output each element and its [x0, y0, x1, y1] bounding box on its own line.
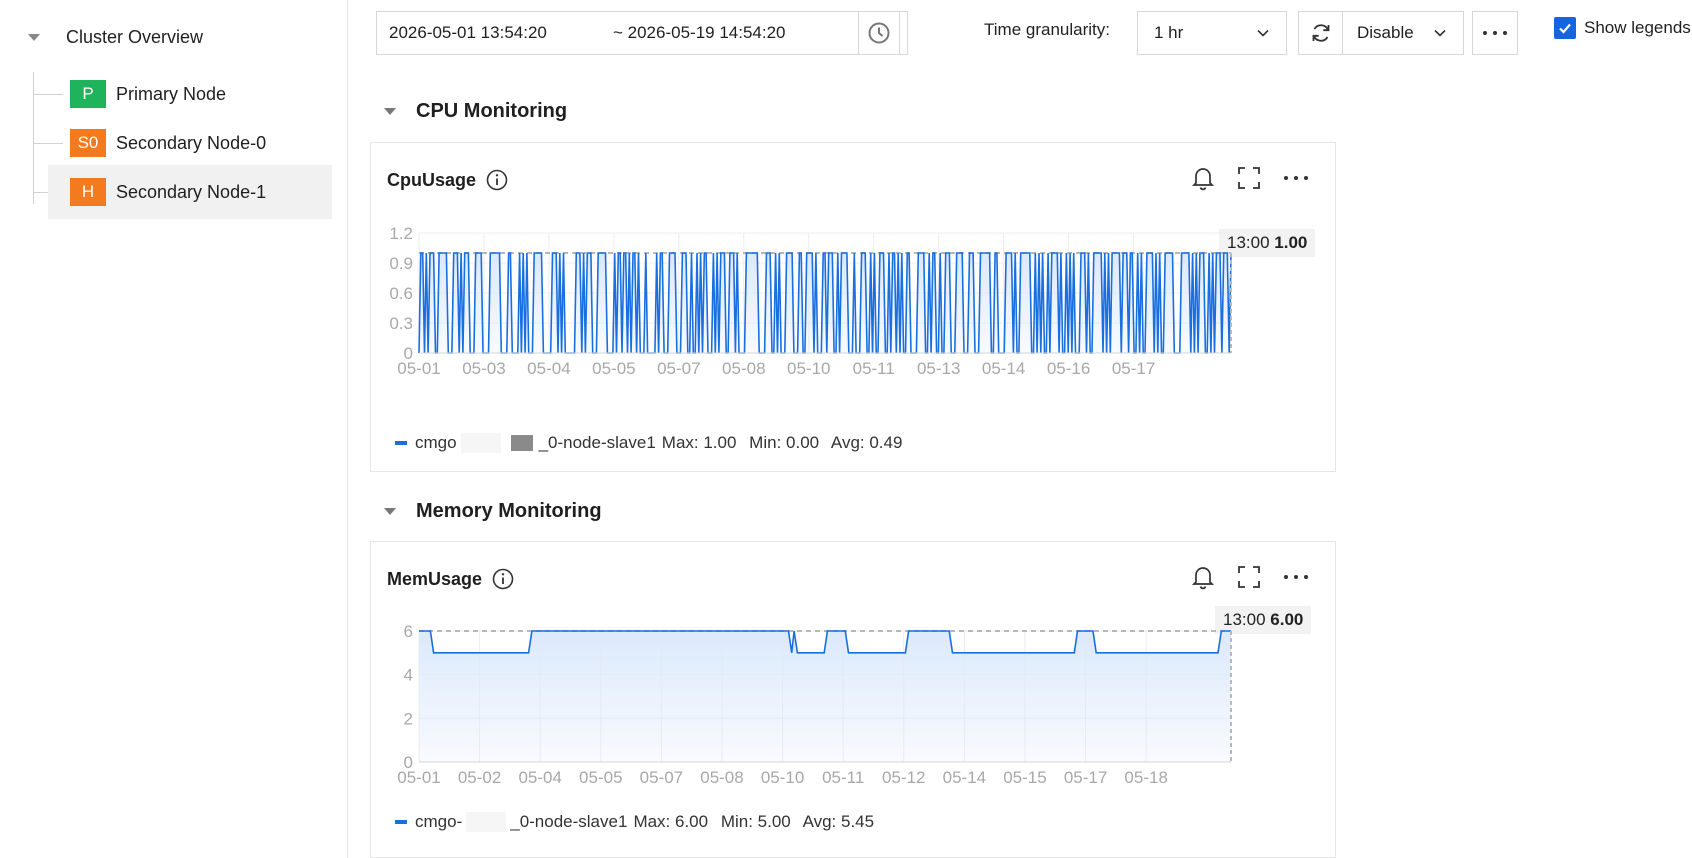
x-tick-label: 05-02: [458, 768, 501, 787]
clock-icon: [868, 22, 890, 44]
x-tick-label: 05-05: [592, 359, 635, 378]
redacted-block: [466, 812, 507, 832]
x-tick-label: 05-11: [853, 359, 895, 378]
section-header-memory[interactable]: Memory Monitoring: [380, 496, 602, 526]
x-tick-label: 05-07: [657, 359, 700, 378]
memory-usage-chart: 024605-01 05-02 05-04 05-05 05-07 05-08 05-10 0…: [397, 622, 1232, 787]
chart-legend[interactable]: cmgo- _0-node-slave1 Max: 6.00 Min: 5.00…: [395, 812, 882, 832]
node-badge: S0: [70, 129, 106, 157]
legend-min: Min: 5.00: [720, 812, 791, 831]
tree-item-secondary-node-1[interactable]: H Secondary Node-1: [48, 165, 332, 219]
chevron-down-icon: [1257, 29, 1269, 37]
node-badge: H: [70, 178, 106, 206]
x-tick-label: 05-03: [462, 359, 505, 378]
legend-avg: Avg: 5.45: [802, 812, 875, 831]
x-tick-label: 05-01: [397, 768, 440, 787]
legend-series-prefix: cmgo-: [415, 812, 463, 831]
date-range-picker[interactable]: 2026-05-01 13:54:20 ~ 2026-05-19 14:54:2…: [376, 11, 908, 55]
tree-item-primary-node[interactable]: P Primary Node: [48, 67, 332, 121]
node-badge: P: [70, 80, 106, 108]
checkbox[interactable]: [1554, 17, 1576, 39]
x-tick-label: 05-13: [917, 359, 960, 378]
date-start: 2026-05-01 13:54:20: [389, 23, 547, 42]
tree-root-cluster-overview[interactable]: Cluster Overview: [24, 22, 203, 52]
tree-connector: [33, 72, 34, 204]
collapse-caret-icon[interactable]: [28, 33, 40, 41]
tree-item-label: Secondary Node-1: [116, 181, 267, 202]
legend-series-suffix: _0-node-slave1: [510, 812, 628, 831]
legend-max: Max: 1.00: [661, 433, 737, 452]
x-tick-label: 05-01: [397, 359, 440, 378]
chart-legend[interactable]: cmgo _0-node-slave1 Max: 1.00 Min: 0.00 …: [395, 433, 910, 453]
toolbar: 2026-05-01 13:54:20 ~ 2026-05-19 14:54:2…: [348, 0, 1692, 66]
y-tick-label: 0.3: [389, 314, 413, 333]
legend-avg: Avg: 0.49: [830, 433, 903, 452]
tree-root-label: Cluster Overview: [66, 26, 204, 47]
granularity-label: Time granularity:: [984, 20, 1110, 39]
redacted-block: [510, 435, 533, 451]
legend-stats: Max: 1.00 Min: 0.00 Avg: 0.49: [662, 433, 911, 453]
tree-connector: [33, 192, 49, 193]
more-options-button[interactable]: [1472, 11, 1518, 55]
date-end: ~ 2026-05-19 14:54:20: [613, 23, 786, 42]
legend-swatch: [395, 820, 407, 824]
x-tick-label: 05-08: [700, 768, 743, 787]
show-legends-toggle[interactable]: Show legends: [1554, 17, 1691, 39]
granularity-select[interactable]: 1 hr: [1137, 11, 1287, 55]
collapse-caret-icon: [384, 107, 396, 115]
collapse-caret-icon: [384, 507, 396, 515]
chevron-down-icon: [1434, 29, 1446, 37]
section-header-cpu[interactable]: CPU Monitoring: [380, 96, 567, 126]
x-tick-label: 05-04: [518, 768, 561, 787]
checkmark-icon: [1559, 23, 1571, 34]
y-tick-label: 2: [404, 709, 413, 728]
x-tick-label: 05-04: [527, 359, 570, 378]
section-title: Memory Monitoring: [416, 499, 602, 522]
auto-refresh-value: Disable: [1357, 23, 1414, 42]
tree-item-label: Primary Node: [116, 83, 227, 104]
legend-max: Max: 6.00: [633, 812, 709, 831]
x-tick-label: 05-16: [1047, 359, 1090, 378]
x-tick-label: 05-10: [787, 359, 830, 378]
x-tick-label: 05-17: [1112, 359, 1155, 378]
x-tick-label: 05-05: [579, 768, 622, 787]
legend-series-suffix: _0-node-slave1: [538, 433, 656, 452]
x-tick-label: 05-08: [722, 359, 765, 378]
granularity-value: 1 hr: [1154, 23, 1184, 42]
x-tick-label: 05-07: [640, 768, 683, 787]
x-tick-label: 05-17: [1064, 768, 1107, 787]
auto-refresh-group: Disable: [1298, 11, 1464, 55]
legend-min: Min: 0.00: [749, 433, 820, 452]
y-tick-label: 1.2: [389, 224, 413, 243]
section-title: CPU Monitoring: [416, 99, 568, 122]
sidebar: Cluster Overview P Primary Node S0 Secon…: [0, 0, 348, 858]
chart-card-memory: MemUsage 13:00 6.00 0 2 4 6 05-01 05-02 …: [370, 541, 1336, 858]
y-tick-label: 0.9: [389, 254, 413, 273]
y-tick-label: 4: [404, 666, 413, 685]
refresh-icon: [1312, 24, 1329, 42]
x-tick-label: 05-18: [1124, 768, 1167, 787]
x-tick-label: 05-11: [822, 768, 864, 787]
tree-item-secondary-node-0[interactable]: S0 Secondary Node-0: [48, 116, 332, 170]
x-tick-label: 05-14: [982, 359, 1025, 378]
refresh-button[interactable]: [1299, 12, 1343, 54]
auto-refresh-select[interactable]: Disable: [1343, 12, 1463, 54]
x-tick-label: 05-15: [1003, 768, 1046, 787]
legend-series-prefix: cmgo: [415, 433, 457, 452]
x-tick-label: 05-10: [761, 768, 804, 787]
time-history-button[interactable]: [858, 11, 900, 55]
legend-stats: Max: 6.00 Min: 5.00 Avg: 5.45: [633, 812, 882, 832]
redacted-block: [460, 433, 501, 453]
legend-swatch: [395, 441, 407, 445]
y-tick-label: 0.6: [389, 284, 413, 303]
x-tick-label: 05-12: [882, 768, 925, 787]
cpu-usage-chart: 00.30.60.91.205-01 05-03 05-04 05-05 05-07 05…: [389, 224, 1232, 378]
chart-card-cpu: CpuUsage 13:00 1.00 0 0.3 0.6 0.9 1.2 05…: [370, 142, 1336, 472]
ellipsis-icon: [1483, 31, 1507, 35]
x-tick-label: 05-14: [943, 768, 986, 787]
show-legends-label: Show legends: [1584, 18, 1691, 37]
y-tick-label: 6: [404, 622, 413, 641]
tree-item-label: Secondary Node-0: [116, 132, 267, 153]
